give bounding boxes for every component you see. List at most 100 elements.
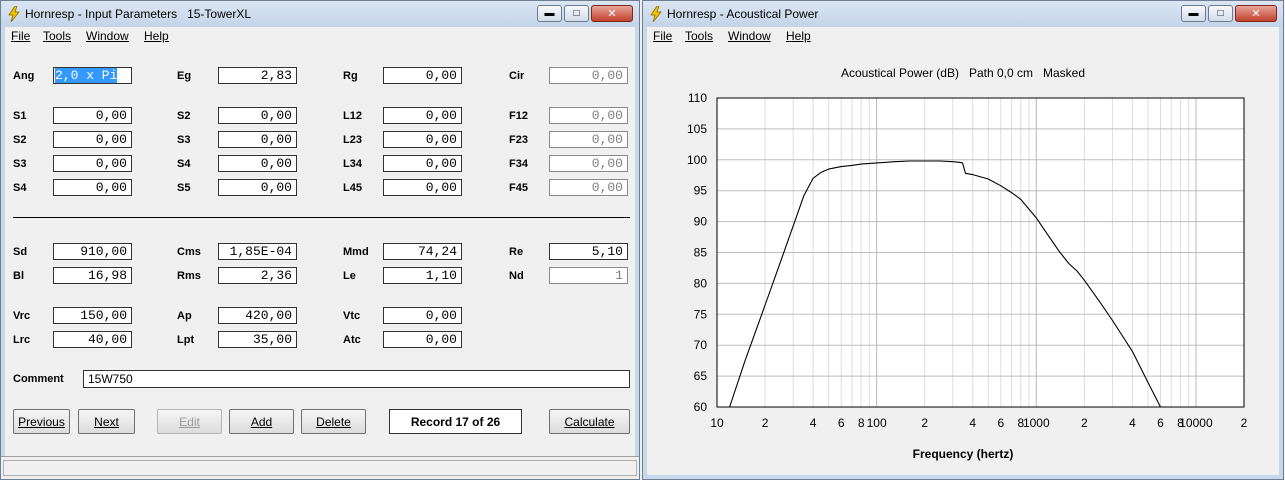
x-tick-label: 8: [858, 416, 865, 430]
acoustical-power-chart: 606570758085909510010511010 2 4 6 8 100 2 4 6 810…: [687, 91, 1248, 430]
selected-text: 2,0 x Pi: [55, 68, 118, 83]
param-field-l12[interactable]: 0,00: [383, 107, 462, 124]
maximize-button[interactable]: □: [564, 5, 589, 22]
status-pane: [3, 460, 637, 476]
param-field-s4[interactable]: 0,00: [218, 155, 297, 172]
param-label-le: Le: [343, 270, 356, 282]
x-tick-label: 4: [1129, 416, 1136, 430]
x-tick-label: 2: [1081, 416, 1088, 430]
power-window-menubar: File Tools Window Help: [647, 27, 1279, 46]
menu-file[interactable]: File: [653, 29, 672, 43]
edit-button-label: Edit: [179, 414, 200, 429]
param-field-f23[interactable]: 0,00: [549, 131, 628, 148]
x-tick-label: 6: [998, 416, 1005, 430]
acoustical-power-window: Hornresp - Acoustical Power ▬ □ ✕ File T…: [642, 0, 1284, 480]
delete-button[interactable]: Delete: [301, 409, 366, 434]
param-field-l23[interactable]: 0,00: [383, 131, 462, 148]
menu-help[interactable]: Help: [786, 29, 811, 43]
param-label-l34: L34: [343, 158, 362, 170]
x-tick-label: 1000: [1023, 416, 1050, 430]
edit-button[interactable]: Edit: [157, 409, 222, 434]
add-button[interactable]: Add: [229, 409, 294, 434]
param-label-f34: F34: [509, 158, 528, 170]
close-icon: ✕: [607, 7, 617, 20]
param-field-f34[interactable]: 0,00: [549, 155, 628, 172]
menu-tools[interactable]: Tools: [43, 29, 71, 43]
param-field-atc[interactable]: 0,00: [383, 331, 462, 348]
param-field-lrc[interactable]: 40,00: [53, 331, 132, 348]
next-button[interactable]: Next: [78, 409, 135, 434]
param-field-bl[interactable]: 16,98: [53, 267, 132, 284]
input-window-menubar: File Tools Window Help: [5, 27, 635, 46]
param-field-s4[interactable]: 0,00: [53, 179, 132, 196]
x-tick-label: 6: [1157, 416, 1164, 430]
param-label-rg: Rg: [343, 70, 358, 82]
param-field-rg[interactable]: 0,00: [383, 67, 462, 84]
y-tick-label: 60: [694, 400, 708, 414]
param-label-bl: Bl: [13, 270, 24, 282]
calculate-button-label: Calculate: [564, 414, 615, 429]
param-field-l34[interactable]: 0,00: [383, 155, 462, 172]
param-label-f45: F45: [509, 182, 528, 194]
menu-help[interactable]: Help: [144, 29, 169, 43]
x-tick-label: 2: [762, 416, 769, 430]
previous-button[interactable]: Previous: [13, 409, 70, 434]
minimize-icon: ▬: [1188, 7, 1199, 19]
param-field-le[interactable]: 1,10: [383, 267, 462, 284]
x-tick-label: 100: [867, 416, 887, 430]
param-field-cir[interactable]: 0,00: [549, 67, 628, 84]
param-field-s5[interactable]: 0,00: [218, 179, 297, 196]
param-field-l45[interactable]: 0,00: [383, 179, 462, 196]
param-label-s1: S1: [13, 110, 27, 122]
param-field-s2[interactable]: 0,00: [218, 107, 297, 124]
x-tick-label: 6: [838, 416, 845, 430]
comment-label: Comment: [13, 373, 64, 385]
minimize-button[interactable]: ▬: [537, 5, 562, 22]
input-window-title: Hornresp - Input Parameters 15-TowerXL: [25, 7, 252, 21]
menu-file[interactable]: File: [11, 29, 30, 43]
param-field-nd[interactable]: 1: [549, 267, 628, 284]
param-label-s3: S3: [177, 134, 191, 146]
param-field-re[interactable]: 5,10: [549, 243, 628, 260]
power-window-titlebar[interactable]: Hornresp - Acoustical Power ▬ □ ✕: [643, 1, 1283, 27]
close-button[interactable]: ✕: [1235, 5, 1277, 22]
param-label-atc: Atc: [343, 334, 361, 346]
param-label-s4: S4: [177, 158, 191, 170]
param-field-cms[interactable]: 1,85E-04: [218, 243, 297, 260]
param-field-s3[interactable]: 0,00: [218, 131, 297, 148]
param-field-eg[interactable]: 2,83: [218, 67, 297, 84]
param-label-vrc: Vrc: [13, 310, 31, 322]
param-label-vtc: Vtc: [343, 310, 361, 322]
param-label-l23: L23: [343, 134, 362, 146]
y-tick-label: 80: [694, 276, 708, 290]
param-label-cir: Cir: [509, 70, 525, 82]
x-tick-label: 4: [810, 416, 817, 430]
param-field-sd[interactable]: 910,00: [53, 243, 132, 260]
close-icon: ✕: [1251, 7, 1261, 20]
param-field-s3[interactable]: 0,00: [53, 155, 132, 172]
menu-window[interactable]: Window: [86, 29, 129, 43]
param-field-f45[interactable]: 0,00: [549, 179, 628, 196]
param-field-ang[interactable]: 2,0 x Pi: [53, 67, 132, 84]
param-label-lrc: Lrc: [13, 334, 31, 346]
maximize-button[interactable]: □: [1208, 5, 1233, 22]
param-field-mmd[interactable]: 74,24: [383, 243, 462, 260]
param-field-ap[interactable]: 420,00: [218, 307, 297, 324]
input-parameters-window: Hornresp - Input Parameters 15-TowerXL ▬…: [0, 0, 640, 480]
param-field-f12[interactable]: 0,00: [549, 107, 628, 124]
comment-input[interactable]: 15W750: [83, 370, 630, 388]
param-field-vrc[interactable]: 150,00: [53, 307, 132, 324]
minimize-button[interactable]: ▬: [1181, 5, 1206, 22]
input-window-titlebar[interactable]: Hornresp - Input Parameters 15-TowerXL ▬…: [1, 1, 639, 27]
calculate-button[interactable]: Calculate: [549, 409, 630, 434]
param-field-lpt[interactable]: 35,00: [218, 331, 297, 348]
close-button[interactable]: ✕: [591, 5, 633, 22]
param-field-s1[interactable]: 0,00: [53, 107, 132, 124]
y-tick-label: 110: [688, 91, 707, 105]
menu-window[interactable]: Window: [728, 29, 771, 43]
menu-tools[interactable]: Tools: [685, 29, 713, 43]
param-field-rms[interactable]: 2,36: [218, 267, 297, 284]
param-label-l45: L45: [343, 182, 362, 194]
param-field-vtc[interactable]: 0,00: [383, 307, 462, 324]
param-field-s2[interactable]: 0,00: [53, 131, 132, 148]
